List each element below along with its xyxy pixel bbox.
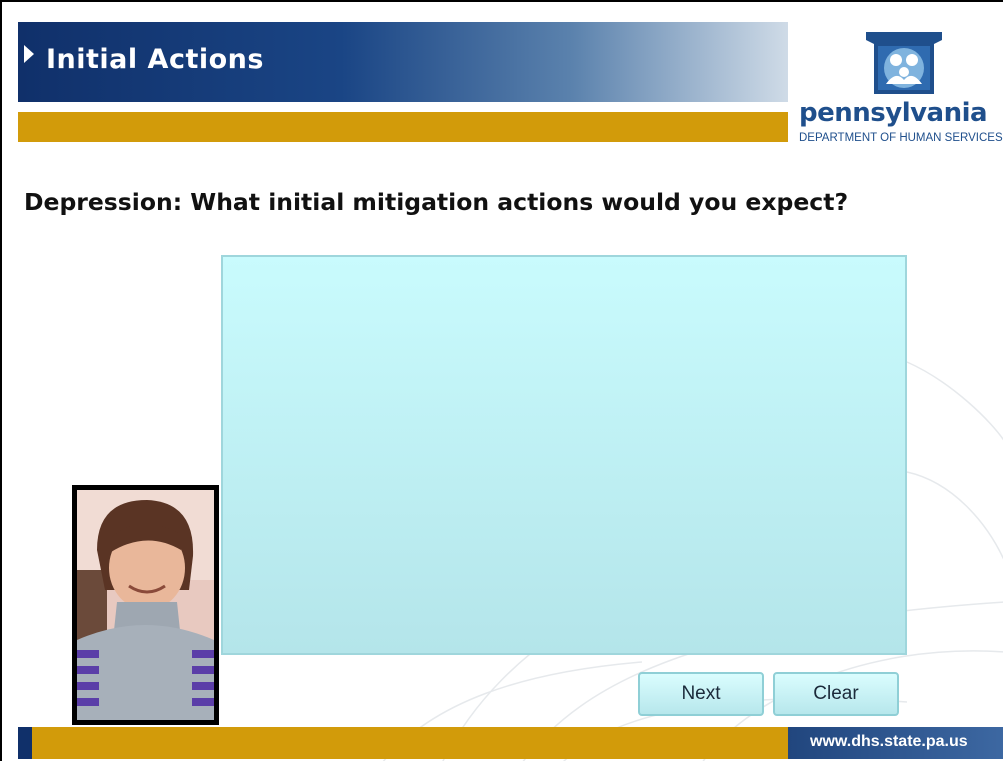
next-button[interactable]: Next (638, 672, 764, 716)
arrow-right-icon (24, 45, 34, 63)
footer-left-tick (18, 727, 32, 759)
page-title: Initial Actions (46, 44, 264, 75)
header-accent-bar (18, 112, 788, 142)
photo-frame (72, 485, 219, 725)
clear-button[interactable]: Clear (773, 672, 899, 716)
footer-url: www.dhs.state.pa.us (810, 733, 968, 750)
slide: Initial Actions pennsylvania DEPARTMENT … (0, 0, 1003, 761)
pa-keystone-logo-icon (866, 32, 942, 94)
logo-department: DEPARTMENT OF HUMAN SERVICES (799, 132, 1003, 144)
person-photo (77, 490, 214, 720)
logo-wordmark: pennsylvania (799, 98, 988, 128)
answer-text-area[interactable] (221, 255, 907, 655)
footer-accent-bar (18, 727, 788, 759)
question-heading: Depression: What initial mitigation acti… (24, 188, 849, 216)
